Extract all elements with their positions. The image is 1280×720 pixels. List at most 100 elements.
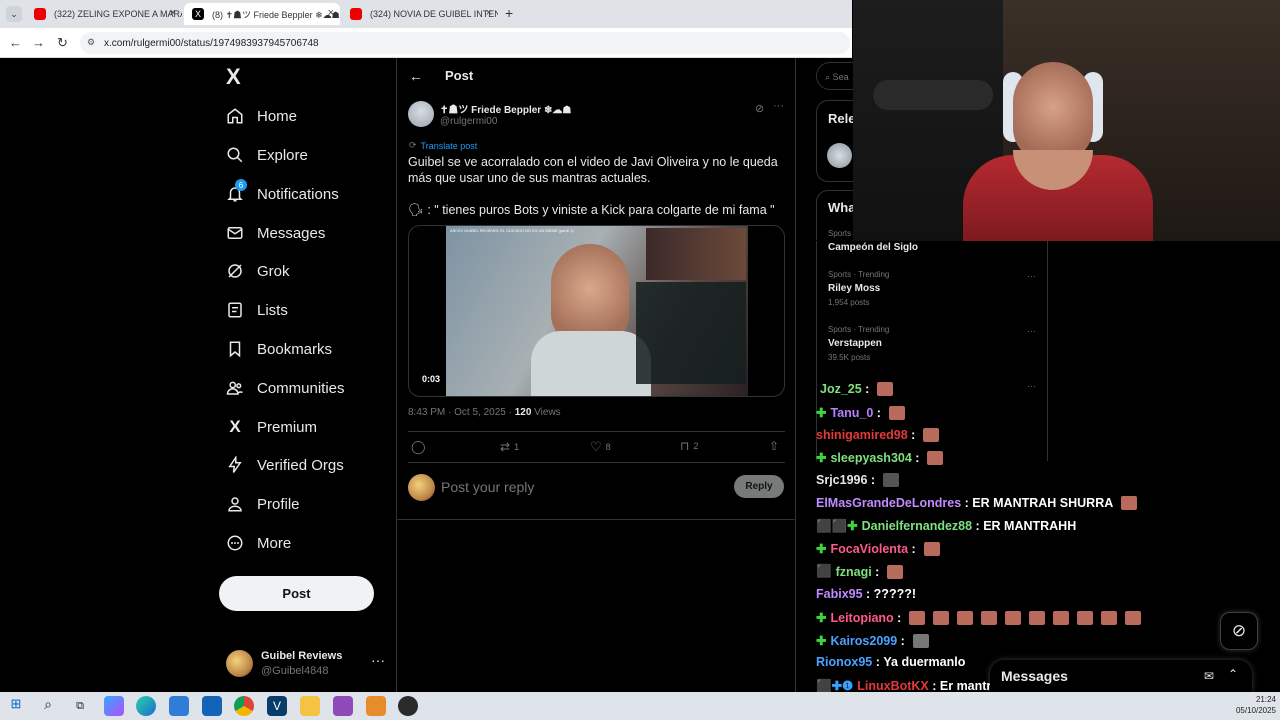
reply-icon: ◯	[411, 439, 426, 454]
sidebar-item-profile[interactable]: Profile	[226, 489, 300, 519]
video-thumbnail: ASÍ ES GUIBEL REVIEWS: EL SUICIDIO NO ES…	[446, 226, 748, 396]
card-title: Wha	[828, 200, 856, 215]
video-player[interactable]: ASÍ ES GUIBEL REVIEWS: EL SUICIDIO NO ES…	[408, 225, 785, 397]
sidebar-item-verified-orgs[interactable]: Verified Orgs	[226, 450, 344, 480]
close-icon[interactable]: ×	[170, 7, 176, 19]
sidebar-item-lists[interactable]: Lists	[226, 295, 288, 325]
edge-icon[interactable]	[136, 696, 156, 716]
post-button[interactable]: Post	[219, 576, 374, 611]
more-horizontal-icon[interactable]: ···	[371, 652, 385, 668]
file-explorer-icon[interactable]	[300, 696, 320, 716]
sidebar-item-explore[interactable]: Explore	[226, 140, 308, 170]
grok-icon	[226, 262, 244, 280]
task-view-icon[interactable]: ⧉	[70, 696, 90, 716]
emote-icon	[1005, 610, 1022, 625]
app-icon[interactable]	[333, 696, 353, 716]
sidebar-item-label: Profile	[257, 495, 300, 513]
new-tab-button[interactable]: +	[505, 5, 513, 21]
back-arrow-icon[interactable]: ←	[409, 68, 423, 84]
chat-badges: ✚	[816, 406, 827, 420]
browser-tab-3[interactable]: (324) NOVIA DE GUIBEL INTEN ×	[342, 3, 498, 25]
chat-message: ✚ sleepyash304 :	[816, 450, 944, 465]
chat-message: shinigamired98 :	[816, 428, 940, 442]
tab-list-button[interactable]: ⌄	[6, 6, 22, 22]
person-icon	[226, 495, 244, 513]
outlook-icon[interactable]	[202, 696, 222, 716]
x-logo-icon[interactable]: X	[226, 64, 241, 90]
chat-username: FocaViolenta	[830, 541, 909, 556]
grok-icon[interactable]: ⊘	[1220, 612, 1258, 650]
browser-tab-2-active[interactable]: X (8) ✝︎☗ツ Friede Beppler ❄☁☗ ×	[184, 3, 340, 25]
webcam-inset-image	[646, 228, 746, 280]
messages-drawer[interactable]: Messages ✉ ⌃	[990, 660, 1252, 692]
streamer-face-image	[1013, 62, 1093, 162]
more-horizontal-icon[interactable]: ···	[1027, 271, 1036, 281]
reply-input[interactable]: Post your reply	[441, 479, 534, 495]
chat-username: Joz_25	[820, 382, 862, 396]
sidebar-item-communities[interactable]: Communities	[226, 373, 345, 403]
sidebar-item-notifications[interactable]: 6 Notifications	[226, 179, 339, 209]
divider	[397, 519, 795, 520]
browser-tab-1[interactable]: (322) ZELING EXPONE A MARA ×	[26, 3, 182, 25]
close-icon[interactable]: ×	[486, 7, 492, 19]
sidebar-item-messages[interactable]: Messages	[226, 218, 325, 248]
vegas-icon[interactable]: V	[267, 696, 287, 716]
sidebar-item-bookmarks[interactable]: Bookmarks	[226, 334, 332, 364]
back-arrow-icon[interactable]: ←	[9, 35, 22, 50]
trend-name[interactable]: Verstappen	[828, 338, 882, 349]
app-icon[interactable]	[366, 696, 386, 716]
clock-date[interactable]: 05/10/2025	[1230, 706, 1276, 715]
author-handle[interactable]: @rulgermi00	[440, 116, 497, 127]
site-info-icon[interactable]: ⚙	[87, 37, 95, 48]
emote-icon	[923, 428, 940, 442]
emote-icon	[927, 450, 944, 465]
reply-action[interactable]: ◯	[411, 439, 426, 455]
reply-button[interactable]: Reply	[734, 475, 784, 498]
sidebar-item-home[interactable]: Home	[226, 101, 297, 131]
home-icon	[226, 107, 244, 125]
chat-badges: ✚	[816, 611, 827, 625]
avatar[interactable]	[827, 143, 852, 168]
forward-arrow-icon[interactable]: →	[32, 35, 45, 50]
sidebar-item-grok[interactable]: Grok	[226, 256, 290, 286]
chevron-up-icon[interactable]: ⌃	[1228, 667, 1238, 681]
clock-time[interactable]: 21:24	[1236, 695, 1276, 704]
store-icon[interactable]	[169, 696, 189, 716]
account-switcher[interactable]: Guibel Reviews @Guibel4848 ···	[226, 648, 396, 680]
more-horizontal-icon[interactable]: ···	[1027, 326, 1036, 336]
copilot-icon[interactable]	[104, 696, 124, 716]
translate-post-link[interactable]: ⟳ Translate post	[409, 140, 477, 151]
obs-icon[interactable]	[398, 696, 418, 716]
chat-badges: ✚	[816, 451, 827, 465]
close-icon[interactable]: ×	[328, 7, 334, 19]
chat-username: Tanu_0	[830, 405, 874, 420]
avatar[interactable]	[408, 101, 434, 127]
reload-icon[interactable]: ↻	[57, 35, 68, 51]
chat-username: Fabix95	[816, 587, 863, 601]
search-icon[interactable]: ⌕	[38, 696, 58, 716]
share-action[interactable]: ⇧	[769, 439, 779, 453]
sidebar-item-more[interactable]: More	[226, 528, 291, 558]
new-message-icon[interactable]: ✉	[1204, 669, 1214, 683]
emote-icon	[912, 633, 929, 648]
video-title: ASÍ ES GUIBEL REVIEWS: EL SUICIDIO NO ES…	[450, 228, 574, 233]
translate-label: Translate post	[420, 140, 478, 151]
chat-message: Joz_25 :	[816, 382, 894, 396]
author-name[interactable]: ✝︎☗ツ Friede Beppler ❄☁☗	[440, 101, 571, 116]
chat-message: ⬛ fznagi :	[816, 564, 904, 579]
bookmark-action[interactable]: ⊓ 2	[680, 439, 698, 453]
trend-name[interactable]: Riley Moss	[828, 283, 880, 294]
trend-name[interactable]: Campeón del Siglo	[828, 242, 918, 253]
emote-icon	[981, 610, 998, 625]
grok-icon[interactable]: ⊘	[755, 102, 764, 115]
chrome-icon[interactable]	[234, 696, 254, 716]
more-horizontal-icon[interactable]: ···	[773, 100, 784, 112]
trend-context: Sports · Trending	[828, 325, 890, 334]
like-action[interactable]: ♡ 8	[590, 439, 611, 455]
repost-action[interactable]: ⇄ 1	[500, 440, 519, 454]
windows-start-icon[interactable]: ⊞	[6, 696, 26, 716]
sidebar-item-premium[interactable]: X Premium	[226, 412, 317, 442]
url-field[interactable]: ⚙ x.com/rulgermi00/status/19749839379457…	[80, 32, 850, 54]
search-icon: ⌕	[825, 72, 831, 82]
search-input[interactable]: ⌕ Sea	[816, 62, 856, 90]
